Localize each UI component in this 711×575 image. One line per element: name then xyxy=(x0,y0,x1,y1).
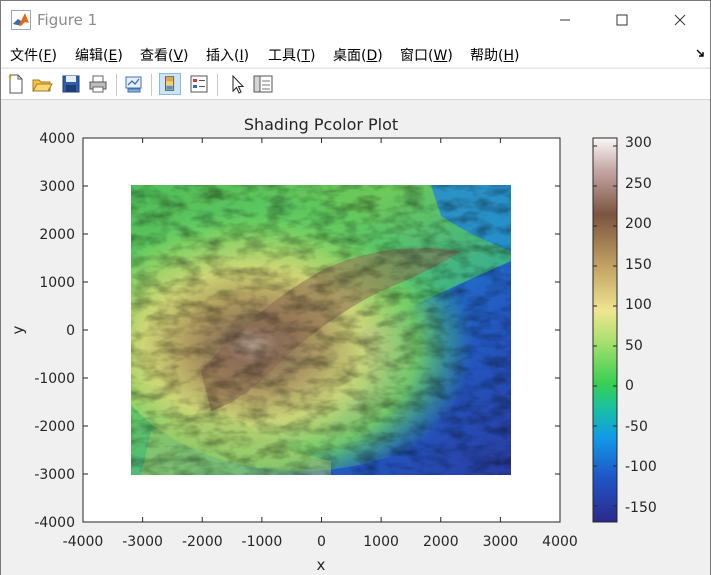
minimize-button[interactable] xyxy=(542,1,588,39)
colorbar-tick-label: 150 xyxy=(625,257,652,273)
menu-insert[interactable]: 插入(I) xyxy=(206,45,249,65)
colorbar-toggle-icon[interactable] xyxy=(159,73,181,95)
x-tick-label: -2000 xyxy=(182,534,223,550)
colorbar-tick-label: 50 xyxy=(625,338,643,354)
x-tick-label: -4000 xyxy=(63,534,104,550)
x-tick-label: 1000 xyxy=(363,534,399,550)
menu-window[interactable]: 窗口(W) xyxy=(400,45,453,65)
y-tick-label: -1000 xyxy=(34,371,75,387)
toolbar-separator xyxy=(151,74,152,96)
chart-svg: -4000 -3000 -2000 -1000 0 1000 2000 3000… xyxy=(9,115,657,574)
colorbar[interactable] xyxy=(592,137,618,523)
x-tick-label: 0 xyxy=(317,534,326,550)
y-tick-label: 4000 xyxy=(39,131,75,147)
x-tick-label: -3000 xyxy=(122,534,163,550)
close-icon xyxy=(674,14,686,26)
y-tick-label: -3000 xyxy=(34,467,75,483)
y-tick-label: -2000 xyxy=(34,419,75,435)
pcolor-surface[interactable] xyxy=(101,185,511,475)
colorbar-tick-label: -150 xyxy=(625,500,657,516)
figure-canvas: -4000 -3000 -2000 -1000 0 1000 2000 3000… xyxy=(1,101,710,575)
menu-desktop[interactable]: 桌面(D) xyxy=(333,45,383,65)
x-axis-label: x xyxy=(317,556,326,574)
maximize-icon xyxy=(616,14,628,26)
x-tick-label: 3000 xyxy=(483,534,519,550)
matlab-app-icon[interactable] xyxy=(11,10,31,30)
colorbar-tick-label: 250 xyxy=(625,176,652,192)
save-icon[interactable] xyxy=(60,73,82,95)
open-file-icon[interactable] xyxy=(31,73,53,95)
y-axis-label: y xyxy=(9,325,27,334)
colorbar-tick-label: 300 xyxy=(625,135,652,151)
menu-edit[interactable]: 编辑(E) xyxy=(75,45,123,65)
toolbar-separator xyxy=(217,74,218,96)
new-figure-icon[interactable] xyxy=(5,73,27,95)
legend-toggle-icon[interactable] xyxy=(188,73,210,95)
y-tick-label: -4000 xyxy=(34,515,75,531)
y-tick-label: 0 xyxy=(66,323,75,339)
minimize-icon xyxy=(560,19,570,21)
figure-window: Figure 1 文件(F) 编辑(E) 查看(V) 插入(I) 工具(T) 桌… xyxy=(0,0,711,575)
toolbar-separator xyxy=(116,74,117,96)
toolbar xyxy=(1,68,710,100)
edit-plot-icon[interactable] xyxy=(226,73,248,95)
x-tick-label: -1000 xyxy=(242,534,283,550)
y-tick-label: 3000 xyxy=(39,179,75,195)
x-tick-label: 4000 xyxy=(542,534,578,550)
link-plot-icon[interactable] xyxy=(123,73,145,95)
colorbar-tick-label: 100 xyxy=(625,297,652,313)
title-bar: Figure 1 xyxy=(1,1,710,39)
print-icon[interactable] xyxy=(87,73,109,95)
maximize-button[interactable] xyxy=(599,1,645,39)
colorbar-tick-label: -50 xyxy=(625,419,648,435)
dock-arrow-icon[interactable] xyxy=(695,47,707,59)
menu-help[interactable]: 帮助(H) xyxy=(470,45,519,65)
y-tick-label: 2000 xyxy=(39,227,75,243)
menu-view[interactable]: 查看(V) xyxy=(140,45,189,65)
x-tick-label: 2000 xyxy=(423,534,459,550)
y-tick-label: 1000 xyxy=(39,275,75,291)
window-title: Figure 1 xyxy=(37,11,98,29)
property-inspector-icon[interactable] xyxy=(252,73,274,95)
menu-file[interactable]: 文件(F) xyxy=(10,45,57,65)
colorbar-tick-label: -100 xyxy=(625,459,657,475)
menu-bar: 文件(F) 编辑(E) 查看(V) 插入(I) 工具(T) 桌面(D) 窗口(W… xyxy=(1,39,710,67)
menu-tools[interactable]: 工具(T) xyxy=(268,45,316,65)
colorbar-tick-label: 0 xyxy=(625,378,634,394)
close-button[interactable] xyxy=(657,1,703,39)
chart-title: Shading Pcolor Plot xyxy=(244,115,398,134)
colorbar-tick-label: 200 xyxy=(625,216,652,232)
